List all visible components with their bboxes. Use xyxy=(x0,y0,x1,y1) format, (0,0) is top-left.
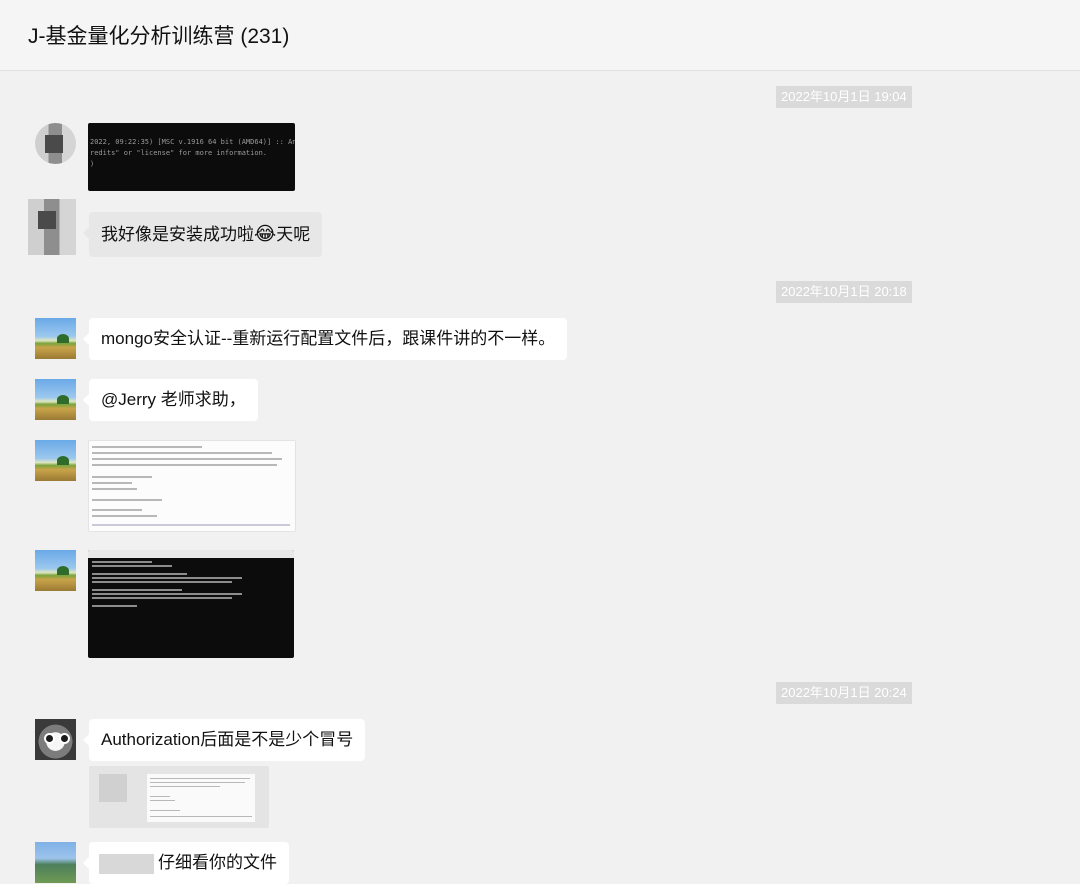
message-text: @Jerry 老师求助， xyxy=(101,390,246,409)
image-message[interactable] xyxy=(88,440,296,532)
avatar[interactable] xyxy=(35,842,76,883)
terminal-text-line: redits" or "license" for more informatio… xyxy=(90,149,268,157)
message-text: 仔细看你的文件 xyxy=(158,853,277,872)
message-bubble[interactable]: 我好像是安装成功啦😂天呢 xyxy=(82,212,323,257)
terminal-text-line xyxy=(92,561,152,563)
avatar[interactable] xyxy=(35,440,76,481)
message-bubble[interactable]: 仔细看你的文件 xyxy=(83,842,289,884)
message-text: mongo安全认证--重新运行配置文件后，跟课件讲的不一样。 xyxy=(101,329,556,348)
message-list[interactable]: 2022年10月1日 19:04 2022, 09:22:35) [MSC v.… xyxy=(0,71,1080,884)
image-text-line xyxy=(92,458,282,460)
avatar[interactable] xyxy=(35,123,76,164)
message-bubble[interactable]: Authorization后面是不是少个冒号 xyxy=(82,719,366,761)
message-text: 我好像是安装成功啦 xyxy=(101,225,254,244)
image-text-line xyxy=(92,524,290,526)
terminal-text-line xyxy=(92,589,182,591)
image-text-line xyxy=(92,476,152,478)
image-text-line xyxy=(92,515,157,517)
image-text-line xyxy=(92,464,277,466)
image-message[interactable] xyxy=(88,550,294,658)
redacted-area xyxy=(99,853,154,874)
chat-title: J-基金量化分析训练营 (231) xyxy=(28,25,290,48)
terminal-text-line xyxy=(92,573,187,575)
terminal-text-line xyxy=(92,593,242,595)
avatar[interactable] xyxy=(35,318,76,359)
avatar[interactable] xyxy=(28,199,76,255)
image-text-line xyxy=(92,452,272,454)
image-message[interactable]: 2022, 09:22:35) [MSC v.1916 64 bit (AMD6… xyxy=(88,123,295,191)
chat-header: J-基金量化分析训练营 (231) xyxy=(0,0,1080,71)
avatar[interactable] xyxy=(35,550,76,591)
terminal-text-line: ) xyxy=(90,160,95,168)
message-text: Authorization后面是不是少个冒号 xyxy=(101,730,354,749)
timestamp: 2022年10月1日 20:24 xyxy=(776,682,912,704)
avatar[interactable] xyxy=(35,379,76,420)
image-text-line xyxy=(92,446,202,448)
redacted-area xyxy=(99,774,127,802)
window-titlebar xyxy=(88,550,294,558)
image-text-line xyxy=(92,482,132,484)
image-text-line xyxy=(92,509,142,511)
timestamp: 2022年10月1日 20:18 xyxy=(776,281,912,303)
image-text-line xyxy=(92,488,137,490)
tears-of-joy-emoji-icon: 😂 xyxy=(254,224,277,245)
message-bubble[interactable]: mongo安全认证--重新运行配置文件后，跟课件讲的不一样。 xyxy=(82,318,568,360)
terminal-text-line xyxy=(92,605,137,607)
message-text: 天呢 xyxy=(276,225,311,244)
image-text-line xyxy=(92,499,162,501)
avatar[interactable] xyxy=(35,719,76,760)
terminal-text-line xyxy=(92,597,232,599)
terminal-text-line xyxy=(92,577,242,579)
message-bubble[interactable]: @Jerry 老师求助， xyxy=(83,379,258,421)
timestamp: 2022年10月1日 19:04 xyxy=(776,86,912,108)
terminal-text-line xyxy=(92,565,172,567)
quoted-image-thumbnail xyxy=(147,774,255,822)
terminal-text-line: 2022, 09:22:35) [MSC v.1916 64 bit (AMD6… xyxy=(90,138,295,146)
terminal-text-line xyxy=(92,581,232,583)
image-message[interactable] xyxy=(89,766,269,828)
